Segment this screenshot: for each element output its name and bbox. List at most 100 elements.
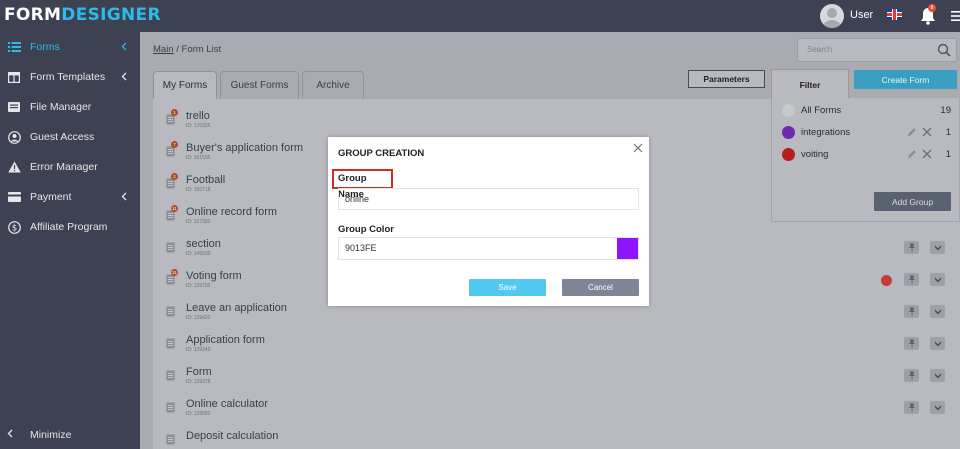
pin-button[interactable]	[904, 305, 919, 318]
form-name[interactable]: Buyer's application form	[186, 142, 303, 154]
chevron-down-icon	[934, 373, 941, 378]
sidebar-item-label: Form Templates	[30, 71, 106, 83]
group-label: All Forms	[801, 105, 842, 116]
search-placeholder: Search	[807, 45, 833, 54]
tab-archive[interactable]: Archive	[302, 71, 364, 99]
pin-button[interactable]	[904, 273, 919, 286]
edit-icon[interactable]	[907, 127, 917, 137]
breadcrumb: Main / Form List	[153, 44, 221, 55]
form-id: ID: 161505	[186, 155, 211, 161]
document-icon	[166, 370, 175, 381]
sidebar-item-file-manager[interactable]: File Manager	[0, 92, 140, 122]
form-name[interactable]: Form	[186, 366, 212, 378]
logo-designer-text: DESIGNER	[61, 5, 161, 25]
sidebar-item-guest-access[interactable]: Guest Access	[0, 122, 140, 152]
sidebar-item-affiliate-program[interactable]: $ Affiliate Program	[0, 212, 140, 242]
folder-icon	[7, 100, 21, 114]
group-name-label: Group Name	[332, 169, 393, 200]
expand-button[interactable]	[930, 305, 945, 318]
breadcrumb-main-link[interactable]: Main	[153, 44, 174, 55]
avatar[interactable]	[820, 4, 844, 28]
pin-button[interactable]	[904, 369, 919, 382]
expand-button[interactable]	[930, 337, 945, 350]
group-color-swatch[interactable]	[617, 238, 638, 259]
sidebar-item-error-manager[interactable]: Error Manager	[0, 152, 140, 182]
expand-button[interactable]	[930, 241, 945, 254]
pin-icon	[908, 307, 915, 316]
form-name[interactable]: Online calculator	[186, 398, 268, 410]
table-row[interactable]: Deposit calculation	[153, 425, 960, 449]
group-color-input[interactable]: 9013FE	[338, 237, 639, 260]
sidebar-item-forms[interactable]: Forms	[0, 32, 140, 62]
unread-badge: 1	[171, 109, 178, 116]
expand-button[interactable]	[930, 401, 945, 414]
pin-icon	[908, 275, 915, 284]
minimize-button[interactable]: Minimize	[0, 420, 140, 449]
pin-button[interactable]	[904, 401, 919, 414]
card-icon	[7, 190, 21, 204]
user-name[interactable]: User	[850, 9, 873, 21]
modal-title: GROUP CREATION	[338, 148, 425, 159]
group-color-label: Group Color	[338, 224, 394, 235]
group-count: 19	[940, 105, 951, 116]
group-color-swatch	[782, 126, 795, 139]
create-form-button[interactable]: Create Form	[854, 70, 957, 89]
filter-group-voiting[interactable]: voiting 1	[772, 144, 960, 166]
pin-button[interactable]	[904, 337, 919, 350]
group-name-input[interactable]: online	[338, 188, 639, 210]
sidebar-item-form-templates[interactable]: Form Templates	[0, 62, 140, 92]
expand-button[interactable]	[930, 369, 945, 382]
notification-badge: 8	[928, 4, 936, 12]
edit-icon[interactable]	[907, 149, 917, 159]
search-icon[interactable]	[937, 43, 951, 57]
search-input[interactable]: Search	[797, 38, 957, 62]
parameters-button[interactable]: Parameters	[688, 70, 765, 88]
app-logo[interactable]: FORMDESIGNER	[4, 5, 161, 25]
form-name[interactable]: Application form	[186, 334, 265, 346]
filter-group-integrations[interactable]: integrations 1	[772, 122, 960, 144]
form-name[interactable]: Online record form	[186, 206, 277, 218]
list-icon	[7, 40, 21, 54]
breadcrumb-separator: /	[173, 44, 182, 55]
minimize-label: Minimize	[30, 429, 72, 441]
group-color-swatch	[782, 148, 795, 161]
sidebar-item-payment[interactable]: Payment	[0, 182, 140, 212]
tab-my-forms[interactable]: My Forms	[153, 71, 217, 99]
hamburger-menu-icon[interactable]	[951, 10, 960, 22]
chevron-left-icon	[121, 72, 127, 81]
pin-icon	[908, 339, 915, 348]
form-id: ID: 145039	[186, 251, 211, 257]
chevron-left-icon	[7, 429, 21, 441]
pin-icon	[908, 403, 915, 412]
cancel-button[interactable]: Cancel	[562, 279, 639, 296]
form-name[interactable]: trello	[186, 110, 210, 122]
pin-button[interactable]	[904, 241, 919, 254]
expand-button[interactable]	[930, 273, 945, 286]
form-name[interactable]: Deposit calculation	[186, 430, 278, 442]
filter-group-all-forms[interactable]: All Forms 19	[772, 100, 960, 122]
close-icon[interactable]	[922, 127, 932, 137]
table-row[interactable]: Form ID: 139378	[153, 361, 960, 393]
form-name[interactable]: section	[186, 238, 221, 250]
close-icon[interactable]	[922, 149, 932, 159]
form-id: ID: 139050	[186, 411, 211, 417]
add-group-button[interactable]: Add Group	[874, 192, 951, 211]
sidebar: Forms Form Templates File Manager Guest …	[0, 32, 140, 449]
form-name[interactable]: Football	[186, 174, 225, 186]
unread-badge: 11	[171, 205, 178, 212]
close-icon[interactable]	[633, 143, 643, 153]
uk-flag-icon[interactable]	[887, 9, 902, 20]
tab-guest-forms[interactable]: Guest Forms	[220, 71, 299, 99]
chevron-left-icon	[121, 192, 127, 201]
form-id: ID: 157393	[186, 219, 211, 225]
table-row[interactable]: Online calculator ID: 139050	[153, 393, 960, 425]
save-button[interactable]: Save	[469, 279, 546, 296]
template-icon	[7, 70, 21, 84]
table-row[interactable]: Application form ID: 139349	[153, 329, 960, 361]
form-name[interactable]: Leave an application	[186, 302, 287, 314]
form-id: ID: 160718	[186, 187, 211, 193]
form-name[interactable]: Voting form	[186, 270, 242, 282]
document-icon	[166, 338, 175, 349]
filter-tab[interactable]: Filter	[771, 69, 849, 99]
document-icon	[166, 434, 175, 445]
